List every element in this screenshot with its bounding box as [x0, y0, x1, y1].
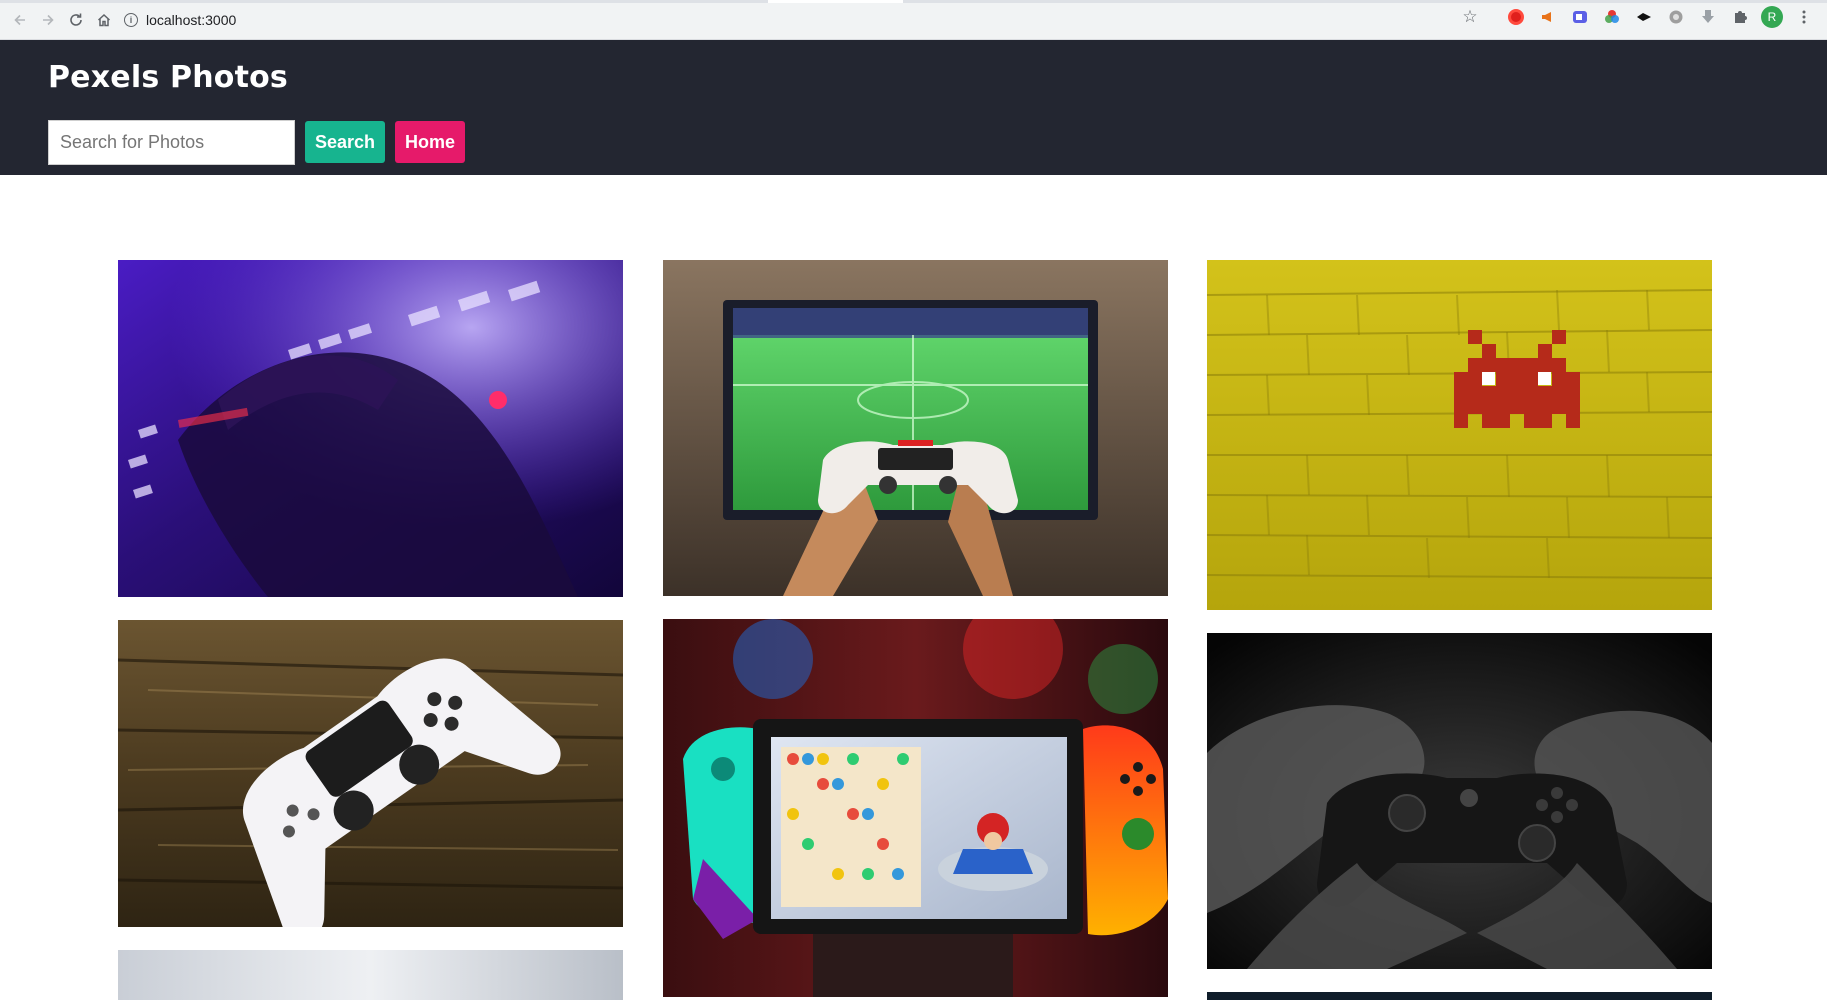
- photo-card[interactable]: [118, 950, 623, 1000]
- menu-kebab-icon[interactable]: [1793, 6, 1815, 28]
- video-extension-icon[interactable]: [1569, 6, 1591, 28]
- bookmark-star-icon[interactable]: ☆: [1459, 6, 1481, 28]
- url-text: localhost:3000: [146, 11, 237, 28]
- search-button[interactable]: Search: [305, 121, 385, 163]
- color-picker-extension-icon[interactable]: [1601, 6, 1623, 28]
- back-icon[interactable]: [6, 6, 34, 34]
- photo-card[interactable]: [118, 620, 623, 927]
- home-icon[interactable]: [90, 6, 118, 34]
- photo-card[interactable]: [1207, 633, 1712, 969]
- photo-card[interactable]: [1207, 992, 1712, 1000]
- forward-icon[interactable]: [34, 6, 62, 34]
- opera-extension-icon[interactable]: [1505, 6, 1527, 28]
- browser-toolbar: i localhost:3000 ☆ R: [0, 0, 1827, 40]
- photo-card[interactable]: [1207, 260, 1712, 610]
- home-button[interactable]: Home: [395, 121, 465, 163]
- photo-card[interactable]: [118, 260, 623, 597]
- site-info-icon[interactable]: i: [124, 12, 138, 27]
- page-title: Pexels Photos: [48, 60, 288, 95]
- extensions-bar: ☆ R: [1459, 6, 1815, 28]
- search-input[interactable]: [48, 120, 295, 165]
- grey-photo: [118, 950, 623, 1000]
- controller-football-tv-photo: [663, 260, 1168, 596]
- tab-strip-edge: [0, 0, 1827, 3]
- white-controller-on-wood-photo: [118, 620, 623, 927]
- handheld-console-photo: [663, 619, 1168, 997]
- address-bar[interactable]: i localhost:3000: [124, 6, 236, 34]
- reload-icon[interactable]: [62, 6, 90, 34]
- profile-avatar[interactable]: R: [1761, 6, 1783, 28]
- bw-controller-hands-photo: [1207, 633, 1712, 969]
- app-header: Pexels Photos Search Home: [0, 40, 1827, 175]
- photo-card[interactable]: [663, 260, 1168, 596]
- space-invader-wall-photo: [1207, 260, 1712, 610]
- extensions-puzzle-icon[interactable]: [1729, 6, 1751, 28]
- photo-gallery: [0, 175, 1827, 1000]
- dark-photo: [1207, 992, 1712, 1000]
- download-extension-icon[interactable]: [1697, 6, 1719, 28]
- megaphone-extension-icon[interactable]: [1537, 6, 1559, 28]
- bird-extension-icon[interactable]: [1633, 6, 1655, 28]
- globe-extension-icon[interactable]: [1665, 6, 1687, 28]
- gaming-keyboard-photo: [118, 260, 623, 597]
- photo-card[interactable]: [663, 619, 1168, 997]
